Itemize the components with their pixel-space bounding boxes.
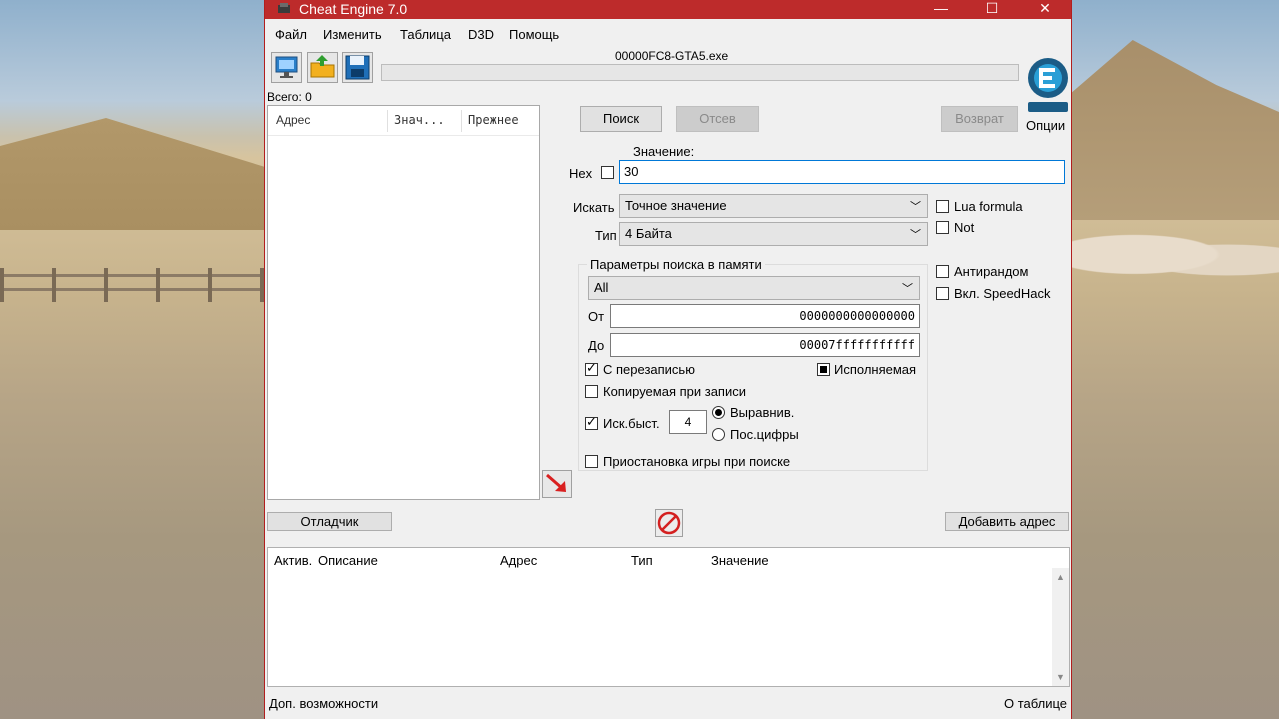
col-divider [387,110,388,132]
executable-checkbox[interactable] [817,363,830,376]
chevron-down-icon: ﹀ [910,229,921,241]
to-label: До [588,338,605,353]
hex-checkbox[interactable] [601,166,614,179]
table-col-value[interactable]: Значение [711,553,769,568]
scan-progress-bar [381,64,1019,81]
copy-on-write-label[interactable]: Копируемая при записи [603,384,746,399]
last-digits-label[interactable]: Пос.цифры [730,427,799,442]
found-count: Всего: 0 [267,90,312,104]
background-rocks [1072,232,1279,288]
alignment-label[interactable]: Выравнив. [730,405,794,420]
advanced-options-link[interactable]: Доп. возможности [269,696,378,711]
table-col-type[interactable]: Тип [631,553,653,568]
speedhack-label[interactable]: Вкл. SpeedHack [954,286,1051,301]
lua-formula-checkbox[interactable] [936,200,949,213]
start-address-input[interactable]: 0000000000000000 [610,304,920,328]
lua-formula-label[interactable]: Lua formula [954,199,1023,214]
maximize-button[interactable]: ☐ [969,0,1015,19]
menu-file[interactable]: Файл [275,27,307,42]
chevron-down-icon: ﹀ [902,283,913,295]
cheat-table[interactable]: Актив. Описание Адрес Тип Значение ▲ ▼ [267,547,1070,687]
writable-label[interactable]: С перезаписью [603,362,695,377]
fast-scan-value-input[interactable]: 4 [669,410,707,434]
process-name: 00000FC8-GTA5.exe [615,49,729,63]
window-title: Cheat Engine 7.0 [299,1,408,17]
background-hill-left [0,118,265,230]
writable-checkbox[interactable] [585,360,598,376]
menu-edit[interactable]: Изменить [323,27,382,42]
last-digits-radio[interactable] [712,428,725,441]
memory-scan-options: Параметры поиска в памяти All ﹀ От 00000… [578,257,928,471]
executable-label[interactable]: Исполняемая [834,362,916,377]
computer-icon [275,56,298,78]
col-divider [461,110,462,132]
table-extras-link[interactable]: О таблице [1004,696,1067,711]
from-label: От [588,309,605,324]
memory-region-select[interactable]: All ﹀ [588,276,920,300]
scan-type-value: Точное значение [625,198,727,213]
results-col-address[interactable]: Адрес [276,113,310,127]
results-col-value[interactable]: Знач... [394,113,445,127]
red-arrow-down-right-icon [546,473,566,492]
cancel-stop-icon[interactable] [655,509,683,537]
menu-bar: Файл Изменить Таблица D3D Помощь [265,25,1071,45]
menu-d3d[interactable]: D3D [468,27,494,42]
minimize-button[interactable]: — [918,0,964,19]
title-bar[interactable]: Cheat Engine 7.0 — ☐ ✕ [265,0,1071,19]
not-label[interactable]: Not [954,220,974,235]
copy-on-write-checkbox[interactable] [585,385,598,398]
scan-results-list[interactable]: Адрес Знач... Прежнее [267,105,540,500]
table-col-description[interactable]: Описание [318,553,378,568]
undo-scan-button[interactable]: Возврат [941,106,1018,132]
pause-game-checkbox[interactable] [585,455,598,468]
table-col-address[interactable]: Адрес [500,553,537,568]
speedhack-checkbox[interactable] [936,287,949,300]
open-file-button[interactable] [307,52,338,83]
scroll-up-icon[interactable]: ▲ [1056,572,1065,582]
scroll-down-icon[interactable]: ▼ [1056,672,1065,682]
add-selected-to-list-button[interactable] [542,470,572,498]
results-header: Адрес Знач... Прежнее [268,106,539,136]
table-scrollbar[interactable]: ▲ ▼ [1052,568,1069,686]
results-col-previous[interactable]: Прежнее [468,113,519,127]
value-label: Значение: [633,144,695,159]
memory-region-value: All [594,280,609,295]
options-label[interactable]: Опции [1026,118,1065,133]
antirandom-label[interactable]: Антирандом [954,264,1028,279]
background-fence [0,268,265,302]
background-hill-right [1070,40,1279,220]
cheat-engine-window: Cheat Engine 7.0 — ☐ ✕ Файл Изменить Таб… [264,0,1072,719]
save-file-button[interactable] [342,52,373,83]
add-address-button[interactable]: Добавить адрес [945,512,1069,531]
scan-value-input[interactable]: 30 [619,160,1065,184]
table-col-active[interactable]: Актив. [274,553,312,568]
value-type-select[interactable]: 4 Байта ﹀ [619,222,928,246]
chevron-down-icon: ﹀ [910,201,921,213]
first-scan-button[interactable]: Поиск [580,106,662,132]
value-type-label: Тип [595,228,617,243]
memory-scan-options-title: Параметры поиска в памяти [587,257,765,272]
stop-address-input[interactable]: 00007fffffffffff [610,333,920,357]
scan-type-label: Искать [573,200,615,215]
value-type-value: 4 Байта [625,226,672,241]
antirandom-checkbox[interactable] [936,265,949,278]
next-scan-button[interactable]: Отсев [676,106,759,132]
cheat-engine-logo-icon[interactable] [1025,46,1071,114]
not-checkbox[interactable] [936,221,949,234]
floppy-disk-icon [345,55,370,80]
menu-table[interactable]: Таблица [400,27,451,42]
memory-view-button[interactable]: Отладчик [267,512,392,531]
close-button[interactable]: ✕ [1022,0,1068,19]
cheat-engine-app-icon [278,3,290,13]
select-process-button[interactable] [271,52,302,83]
fast-scan-label[interactable]: Иск.быст. [603,416,660,431]
open-folder-icon [310,55,335,78]
pause-game-label[interactable]: Приостановка игры при поиске [603,454,790,469]
menu-help[interactable]: Помощь [509,27,559,42]
hex-label: Hex [569,166,593,181]
alignment-radio[interactable] [712,406,725,419]
fast-scan-checkbox[interactable] [585,414,598,430]
scan-type-select[interactable]: Точное значение ﹀ [619,194,928,218]
